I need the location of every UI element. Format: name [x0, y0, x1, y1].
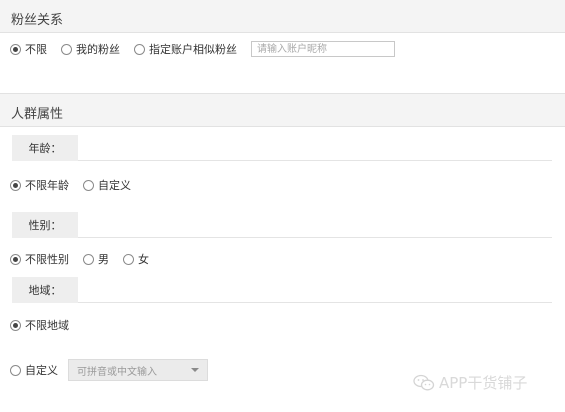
- account-nickname-input[interactable]: [251, 41, 395, 57]
- radio-icon[interactable]: [10, 253, 21, 265]
- radio-icon[interactable]: [10, 179, 21, 191]
- radio-icon[interactable]: [83, 179, 94, 191]
- watermark: APP干货铺子: [413, 372, 527, 393]
- age-divider: [78, 160, 552, 161]
- gender-divider: [78, 237, 552, 238]
- gender-option-unlimited[interactable]: 不限性别: [10, 251, 69, 267]
- radio-icon[interactable]: [83, 253, 94, 265]
- radio-icon[interactable]: [123, 253, 134, 265]
- region-divider: [78, 302, 552, 303]
- gender-option-female[interactable]: 女: [123, 251, 149, 267]
- radio-icon[interactable]: [61, 43, 72, 55]
- radio-icon[interactable]: [10, 43, 21, 55]
- age-options: 不限年龄 自定义: [10, 176, 145, 194]
- radio-icon[interactable]: [10, 319, 21, 331]
- age-option-unlimited[interactable]: 不限年龄: [10, 177, 69, 193]
- watermark-text: APP干货铺子: [439, 374, 528, 392]
- gender-options: 不限性别 男 女: [10, 250, 163, 268]
- fans-relation-title: 粉丝关系: [11, 13, 64, 28]
- wechat-icon: [413, 374, 435, 390]
- radio-icon[interactable]: [134, 43, 145, 55]
- region-custom-row: 自定义 可拼音或中文输入: [10, 359, 208, 381]
- radio-icon[interactable]: [10, 364, 21, 376]
- fans-option-similar-fans[interactable]: 指定账户相似粉丝: [134, 41, 237, 57]
- gender-option-male[interactable]: 男: [83, 251, 109, 267]
- age-label: 年龄：: [12, 135, 78, 161]
- region-label: 地域：: [12, 277, 78, 303]
- region-select[interactable]: 可拼音或中文输入: [68, 359, 208, 381]
- region-option-custom[interactable]: 自定义: [10, 362, 58, 378]
- region-option-unlimited-row: 不限地域: [10, 316, 83, 334]
- chevron-down-icon: [191, 368, 199, 372]
- fans-option-unlimited[interactable]: 不限: [10, 41, 47, 57]
- fans-option-my-fans[interactable]: 我的粉丝: [61, 41, 120, 57]
- fans-relation-header: 粉丝关系: [0, 0, 565, 33]
- crowd-attributes-header: 人群属性: [0, 93, 565, 127]
- crowd-attributes-title: 人群属性: [11, 107, 64, 122]
- age-option-custom[interactable]: 自定义: [83, 177, 131, 193]
- region-select-placeholder: 可拼音或中文输入: [77, 366, 157, 378]
- region-option-unlimited[interactable]: 不限地域: [10, 317, 69, 333]
- gender-label: 性别：: [12, 212, 78, 238]
- fans-relation-options: 不限 我的粉丝 指定账户相似粉丝: [10, 40, 395, 58]
